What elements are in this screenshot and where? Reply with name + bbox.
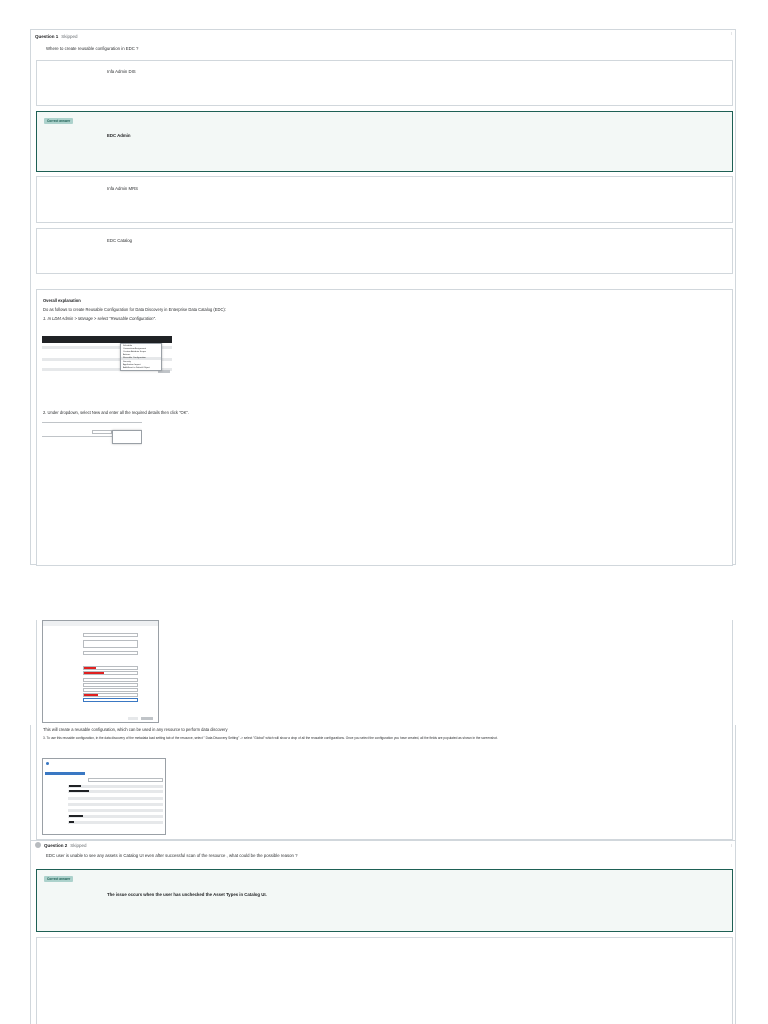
screenshot-manage-menu: Schedule Connection Assignment Custom At… [42, 336, 172, 384]
explanation-heading: Overall explanation [43, 298, 81, 303]
question-1-header: Question 1 Skipped [35, 34, 78, 39]
scroll-indicator-icon[interactable]: ⁝ [731, 32, 733, 40]
scroll-indicator-icon[interactable]: ⁝ [731, 844, 733, 852]
question-2-number: Question 2 [44, 843, 68, 848]
correct-answer-badge: Correct answer [44, 118, 74, 124]
correct-answer-badge: Correct answer [44, 876, 74, 882]
question-2-header: Question 2 Skipped [44, 843, 87, 848]
answer-option-4[interactable]: EDC Catalog [36, 228, 733, 274]
question-2-status: Skipped [70, 843, 87, 848]
answer-option-3[interactable]: Infa Admin MRS [36, 176, 733, 223]
answer-option-text: EDC Catalog [107, 238, 133, 243]
screenshot-new-reusable-configuration-dialog [42, 620, 159, 723]
answer-option-text: EDC Admin [107, 133, 131, 138]
answer-option-2-correct[interactable]: Correct answer EDC Admin [36, 111, 733, 172]
menu-item: Add Asset to Default Object [123, 366, 150, 369]
explanation-box: Overall explanation Do as follows to cre… [36, 289, 733, 566]
explanation-line-2: 1. In LDM Admin > Manage > select "Reusa… [43, 316, 157, 321]
answer-option-text: Infa Admin DIS [107, 69, 136, 74]
screenshot-new-dropdown [42, 420, 142, 450]
question-2-correct-answer[interactable]: Correct answer The issue occurs when the… [36, 869, 733, 932]
question-1-number: Question 1 [35, 34, 59, 39]
answer-option-1[interactable]: Infa Admin DIS [36, 60, 733, 106]
skipped-status-icon [35, 842, 41, 848]
question-2-answer-option-next[interactable] [36, 937, 733, 1024]
question-2-text: EDC user is unable to see any assets in … [46, 853, 298, 858]
answer-option-text: The issue occurs when the user has unche… [107, 892, 267, 897]
answer-option-text: Infa Admin MRS [107, 186, 139, 191]
manage-dropdown-menu: Schedule Connection Assignment Custom At… [120, 343, 162, 371]
question-1-text: Where to create reusable configuration i… [46, 46, 139, 51]
explanation-line-1: Do as follows to create Reusable Configu… [43, 307, 226, 312]
question-1-status: Skipped [61, 34, 78, 39]
explanation-step-2: 2. Under dropdown, select New and enter … [43, 410, 190, 415]
